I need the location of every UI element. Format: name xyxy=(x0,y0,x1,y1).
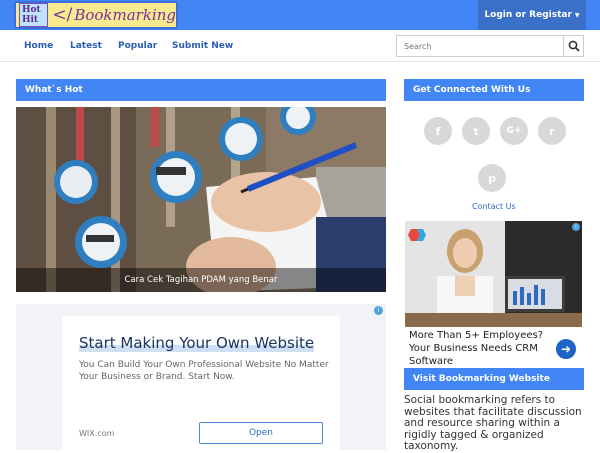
advertisement-crm[interactable]: i More Than 5+ Employees? Your Business … xyxy=(405,221,582,369)
arrow-right-icon[interactable]: ➜ xyxy=(556,339,576,359)
about-text: Social bookmarking refers to websites th… xyxy=(404,394,582,452)
adchoices-icon[interactable]: i xyxy=(374,306,383,315)
get-connected-header: Get Connected With Us xyxy=(404,79,584,101)
reddit-icon[interactable]: r xyxy=(538,117,566,145)
advertisement-wix[interactable]: i Start Making Your Own Website You Can … xyxy=(16,304,386,450)
nav-home[interactable]: Home xyxy=(24,41,53,51)
search-icon xyxy=(568,40,580,52)
ad-description: You Can Build Your Own Professional Webs… xyxy=(79,360,329,382)
top-bar: Hot Hit </ Bookmarking Login or Registar… xyxy=(0,0,600,30)
twitter-icon[interactable]: t xyxy=(462,117,490,145)
visit-bookmarking-header: Visit Bookmarking Website xyxy=(404,368,584,390)
ad-domain: WIX.com xyxy=(79,429,115,438)
adchoices-icon-right[interactable]: i xyxy=(572,223,580,231)
contact-us-link[interactable]: Contact Us xyxy=(472,202,516,211)
logo-hot-text: Hot Hit xyxy=(19,3,49,27)
search-box xyxy=(396,35,584,57)
login-label: Login or Registar xyxy=(484,10,572,20)
nav-latest[interactable]: Latest xyxy=(70,41,102,51)
login-register-button[interactable]: Login or Registar ▼ xyxy=(478,0,586,30)
ad-open-button[interactable]: Open xyxy=(199,422,323,444)
nav-popular[interactable]: Popular xyxy=(118,41,157,51)
whats-hot-header: What`s Hot xyxy=(16,79,386,101)
google-plus-icon[interactable]: G+ xyxy=(500,117,528,145)
pinterest-icon[interactable]: p xyxy=(478,164,506,192)
featured-image xyxy=(16,107,386,292)
ad-photo xyxy=(405,221,582,327)
logo-tag-text: </ xyxy=(52,5,73,25)
nav-submit-new[interactable]: Submit New xyxy=(172,41,233,51)
featured-post[interactable]: Cara Cek Tagihan PDAM yang Benar xyxy=(16,107,386,292)
ad-title[interactable]: Start Making Your Own Website xyxy=(79,334,315,352)
featured-caption[interactable]: Cara Cek Tagihan PDAM yang Benar xyxy=(16,268,386,292)
ad-card[interactable]: Start Making Your Own Website You Can Bu… xyxy=(62,316,340,450)
facebook-icon[interactable]: f xyxy=(424,117,452,145)
crm-ad-text[interactable]: More Than 5+ Employees? Your Business Ne… xyxy=(409,329,559,368)
caret-down-icon: ▼ xyxy=(574,11,580,19)
logo-word-text: Bookmarking xyxy=(74,6,176,24)
site-logo[interactable]: Hot Hit </ Bookmarking xyxy=(14,1,178,29)
search-input[interactable] xyxy=(397,36,563,56)
search-button[interactable] xyxy=(563,36,583,56)
